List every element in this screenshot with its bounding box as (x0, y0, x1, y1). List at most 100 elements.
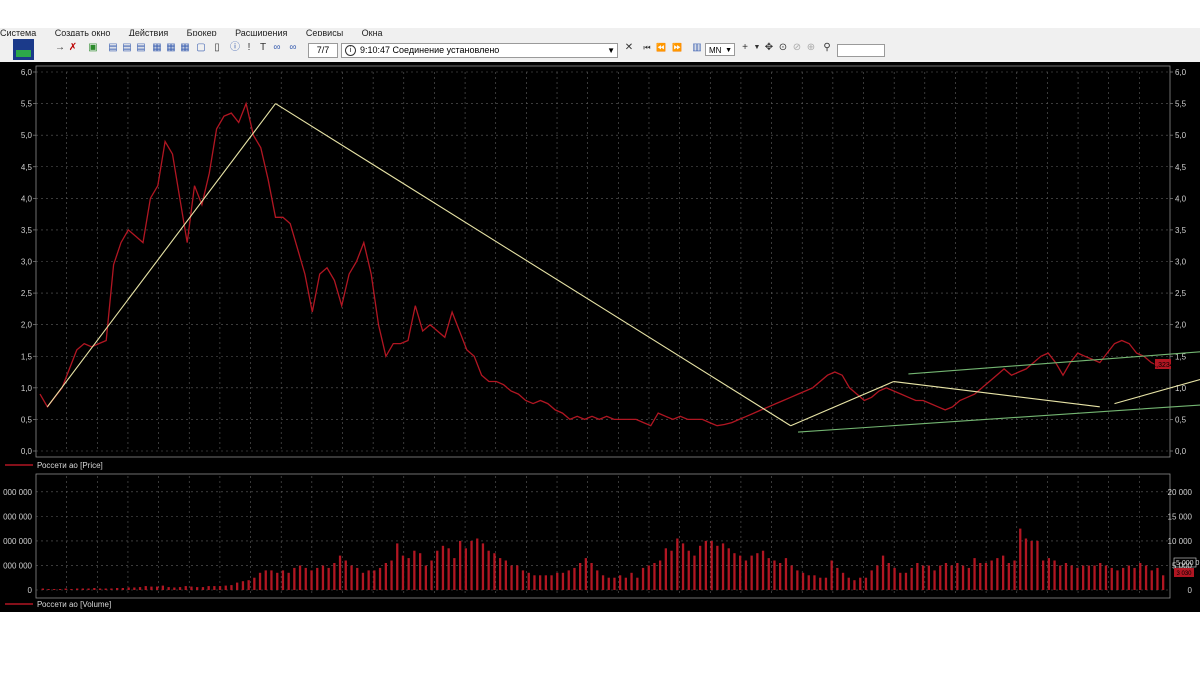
volume-bar (836, 567, 839, 590)
font-icon[interactable]: T (258, 43, 268, 53)
menu-item[interactable]: Действия (129, 28, 168, 36)
menu-item[interactable]: Система (0, 28, 36, 36)
rewind-icon[interactable]: ⏪ (656, 43, 666, 53)
table-icon[interactable]: ▤ (122, 43, 132, 53)
volume-bar (979, 563, 982, 590)
volume-bar (590, 563, 593, 590)
volume-bar (87, 588, 90, 590)
move-icon[interactable]: ✥ (764, 43, 774, 53)
volume-bar (830, 560, 833, 590)
menu-item[interactable]: Расширения (235, 28, 287, 36)
volume-bar (53, 589, 56, 590)
window-icon[interactable]: ▢ (196, 43, 206, 53)
volume-bar (984, 563, 988, 590)
volume-bar (596, 570, 599, 590)
volume-bar (721, 543, 725, 590)
volume-bar (144, 586, 147, 590)
volume-bar (424, 565, 427, 590)
volume-bar (704, 540, 707, 590)
forward-icon[interactable]: ⏩ (672, 43, 682, 53)
volume-highlight-label: 5 000 0 (1176, 560, 1199, 567)
arrow-right-icon[interactable]: → (55, 43, 65, 53)
volume-bar (76, 588, 79, 590)
volume-bar (64, 588, 67, 590)
search-icon[interactable]: ⚲ (822, 43, 832, 53)
volume-bar (281, 570, 285, 590)
price-y-tick-left: 1,0 (21, 384, 33, 393)
price-y-tick-left: 0,5 (21, 415, 33, 424)
volume-y-tick-right: 20 000 (1168, 488, 1193, 497)
close-icon[interactable]: ✕ (624, 43, 634, 53)
volume-bar (481, 543, 485, 590)
volume-bar (1053, 560, 1056, 590)
volume-bar (887, 563, 890, 590)
menu-item[interactable]: Брокер (187, 28, 217, 36)
x-arrow-icon[interactable]: ✗ (68, 43, 78, 53)
volume-bar (904, 572, 908, 590)
chevron-down-icon[interactable]: ▼ (607, 44, 615, 57)
grid-icon[interactable]: ▦ (166, 43, 176, 53)
price-y-tick-left: 5,0 (21, 131, 33, 140)
volume-bar (996, 558, 999, 590)
volume-bar (236, 582, 239, 590)
volume-bar (270, 570, 273, 590)
grid-icon[interactable]: ▦ (152, 43, 162, 53)
volume-bar (276, 572, 279, 590)
volume-bar (761, 550, 765, 590)
price-y-tick-right: 4,0 (1175, 194, 1187, 203)
interval-select[interactable]: MN ▼ (705, 43, 735, 56)
search-input[interactable] (837, 44, 885, 57)
volume-bar (201, 587, 205, 590)
chevron-down-icon[interactable]: ▼ (752, 43, 762, 53)
connection-status[interactable]: i 9:10:47 Соединение установлено ▼ (341, 43, 618, 58)
table-icon[interactable]: ▤ (108, 43, 118, 53)
exclamation-icon[interactable]: ! (244, 43, 254, 53)
volume-y-tick-left: 000 000 (3, 561, 32, 570)
volume-bar (847, 577, 850, 590)
volume-bar (338, 555, 342, 590)
link-icon[interactable]: ∞ (288, 43, 298, 53)
volume-bar (613, 577, 616, 590)
volume-bar (790, 565, 793, 590)
price-legend-label: Россети ао [Price] (37, 461, 103, 470)
skip-start-icon[interactable]: ⏮ (642, 43, 652, 53)
volume-bar (384, 563, 387, 590)
volume-bar (93, 588, 96, 590)
plus-circle-icon[interactable]: ⊕ (806, 43, 816, 53)
circle-icon[interactable]: ⊘ (792, 43, 802, 53)
volume-bar (1162, 575, 1165, 590)
grid-icon[interactable]: ▦ (180, 43, 190, 53)
volume-bar (247, 580, 250, 590)
volume-bar (670, 550, 673, 590)
menu-item[interactable]: Окна (362, 28, 383, 36)
add-window-icon[interactable]: ▣ (88, 43, 98, 53)
volume-bar (493, 553, 496, 590)
price-y-tick-right: 0,5 (1175, 415, 1187, 424)
volume-bar (1156, 567, 1159, 590)
table-icon[interactable]: ▤ (136, 43, 146, 53)
volume-bar (1116, 570, 1119, 590)
info-icon[interactable]: ⓘ (230, 43, 240, 53)
volume-bar (224, 585, 227, 590)
price-last-value: 1,3234 (1152, 359, 1174, 369)
volume-bar (916, 563, 919, 590)
menu-item[interactable]: Сервисы (306, 28, 343, 36)
volume-bar (619, 575, 622, 590)
bar-chart-icon[interactable]: ▥ (692, 43, 702, 53)
price-y-tick-right: 5,5 (1175, 100, 1187, 109)
window-counter[interactable]: 7/7 (308, 43, 338, 58)
volume-bar (819, 577, 822, 590)
volume-bar (487, 550, 490, 590)
link-icon[interactable]: ∞ (272, 43, 282, 53)
crosshair-icon[interactable]: + (740, 43, 750, 53)
menu-item[interactable]: Создать окно (55, 28, 111, 36)
volume-bar (1036, 540, 1039, 590)
target-icon[interactable]: ⊙ (778, 43, 788, 53)
volume-bar (1042, 560, 1045, 590)
volume-bar (1076, 567, 1079, 590)
volume-bar (567, 570, 570, 590)
volume-bar (390, 560, 393, 590)
document-icon[interactable]: ▯ (212, 43, 222, 53)
volume-bar (173, 587, 176, 590)
price-y-tick-left: 4,0 (21, 194, 33, 203)
